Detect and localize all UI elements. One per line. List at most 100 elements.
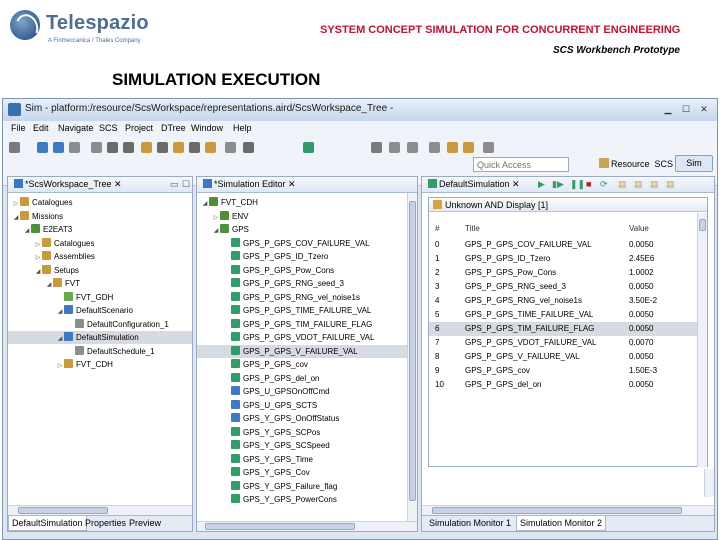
perspective-resource[interactable]: Resource — [611, 159, 650, 169]
toolbar-icon[interactable] — [53, 142, 64, 153]
toolbar-icon[interactable] — [91, 142, 102, 153]
tree-horizontal-scrollbar[interactable] — [8, 505, 192, 515]
editor-horizontal-scrollbar[interactable] — [197, 521, 417, 531]
table-row[interactable]: 9 GPS_P_GPS_cov 1.50E-3 — [429, 364, 697, 378]
tree-item[interactable]: ▷ Catalogues — [8, 196, 192, 209]
toolbar-icon[interactable] — [173, 142, 184, 153]
menu-file[interactable]: File — [11, 123, 26, 133]
scroll-thumb[interactable] — [432, 507, 682, 514]
tree-item[interactable]: ◢ GPS — [197, 223, 417, 236]
quick-access-input[interactable] — [473, 157, 569, 172]
tree-item[interactable]: GPS_P_GPS_VDOT_FAILURE_VAL — [197, 331, 417, 344]
monitor-vertical-scrollbar[interactable] — [704, 469, 714, 497]
tree-item[interactable]: ▷ FVT_CDH — [8, 358, 192, 371]
table-row[interactable]: 3 GPS_P_GPS_RNG_seed_3 0.0050 — [429, 280, 697, 294]
close-button[interactable]: ✕ — [697, 103, 711, 115]
tree-item[interactable]: GPS_Y_GPS_Time — [197, 453, 417, 466]
tree-item[interactable]: GPS_P_GPS_cov — [197, 358, 417, 371]
menu-dtree[interactable]: DTree — [161, 123, 186, 133]
table-display-icon[interactable]: ▤ — [666, 179, 675, 190]
tree-item[interactable]: ◢ E2EAT3 — [8, 223, 192, 236]
tab-simulation-editor[interactable]: *Simulation Editor ✕ — [203, 179, 296, 190]
toolbar-icon[interactable] — [107, 142, 118, 153]
bottom-tab[interactable]: Properties — [82, 518, 129, 528]
table-row[interactable]: 6 GPS_P_GPS_TIM_FAILURE_FLAG 0.0050 — [429, 322, 697, 336]
tree-item[interactable]: ◢ DefaultScenario — [8, 304, 192, 317]
toolbar-icon[interactable] — [225, 142, 236, 153]
toolbar-icon[interactable] — [37, 142, 48, 153]
tree-item[interactable]: ▷ Catalogues — [8, 237, 192, 250]
tree-item[interactable]: GPS_P_GPS_ID_Tzero — [197, 250, 417, 263]
tree-item[interactable]: GPS_Y_GPS_Cov — [197, 466, 417, 479]
toolbar-icon[interactable] — [157, 142, 168, 153]
scroll-thumb[interactable] — [205, 523, 355, 530]
scroll-thumb[interactable] — [409, 201, 416, 501]
stop-icon[interactable]: ■ — [586, 179, 591, 189]
menu-edit[interactable]: Edit — [33, 123, 49, 133]
tree-item[interactable]: DefaultConfiguration_1 — [8, 318, 192, 331]
table-row[interactable]: 7 GPS_P_GPS_VDOT_FAILURE_VAL 0.0070 — [429, 336, 697, 350]
scroll-thumb[interactable] — [699, 219, 706, 231]
monitor-horizontal-scrollbar[interactable] — [422, 505, 714, 515]
tree-item[interactable]: ◢ Missions — [8, 210, 192, 223]
menu-navigate[interactable]: Navigate — [58, 123, 94, 133]
tree-item[interactable]: FVT_GDH — [8, 291, 192, 304]
display-vertical-scrollbar[interactable] — [697, 213, 707, 467]
tab-workspace-tree[interactable]: *ScsWorkspace_Tree ✕ — [14, 179, 122, 190]
table-row[interactable]: 10 GPS_P_GPS_del_on 0.0050 — [429, 378, 697, 392]
step-icon[interactable]: ▮▶ — [552, 179, 564, 190]
perspective-scs[interactable]: SCS — [655, 159, 674, 169]
table-row[interactable]: 4 GPS_P_GPS_RNG_vel_noise1s 3.50E-2 — [429, 294, 697, 308]
table-row[interactable]: 0 GPS_P_GPS_COV_FAILURE_VAL 0.0050 — [429, 238, 697, 252]
tree-item[interactable]: GPS_U_GPS_SCTS — [197, 399, 417, 412]
column-header[interactable]: Value — [629, 222, 649, 236]
bottom-tab[interactable]: Simulation Monitor 1 — [426, 518, 514, 528]
tree-item[interactable]: GPS_P_GPS_COV_FAILURE_VAL — [197, 237, 417, 250]
pause-icon[interactable]: ❚❚ — [570, 179, 585, 190]
menu-scs[interactable]: SCS — [99, 123, 118, 133]
editor-vertical-scrollbar[interactable] — [407, 193, 417, 521]
maximize-button[interactable]: ☐ — [679, 103, 693, 115]
menu-help[interactable]: Help — [233, 123, 252, 133]
table-row[interactable]: 5 GPS_P_GPS_TIME_FAILURE_VAL 0.0050 — [429, 308, 697, 322]
column-header[interactable]: Title — [465, 222, 480, 236]
perspective-sim-button[interactable]: Sim — [675, 155, 713, 172]
toolbar-icon[interactable] — [141, 142, 152, 153]
plot-display-icon[interactable]: ▤ — [634, 179, 643, 190]
tree-item[interactable]: GPS_P_GPS_RNG_vel_noise1s — [197, 291, 417, 304]
tree-item[interactable]: GPS_P_GPS_TIME_FAILURE_VAL — [197, 304, 417, 317]
toolbar-icon[interactable] — [463, 142, 474, 153]
toolbar-icon[interactable] — [389, 142, 400, 153]
toolbar-icon[interactable] — [303, 142, 314, 153]
tree-item[interactable]: DefaultSchedule_1 — [8, 345, 192, 358]
menu-window[interactable]: Window — [191, 123, 223, 133]
bottom-tab[interactable]: DefaultSimulation — [8, 516, 87, 531]
column-header[interactable]: # — [435, 222, 439, 236]
tree-item[interactable]: GPS_Y_GPS_PowerCons — [197, 493, 417, 506]
toolbar-icon[interactable] — [205, 142, 216, 153]
bottom-tab[interactable]: Preview — [126, 518, 164, 528]
toolbar-icon[interactable] — [407, 142, 418, 153]
tree-item[interactable]: GPS_Y_GPS_Failure_flag — [197, 480, 417, 493]
chart-display-icon[interactable]: ▤ — [650, 179, 659, 190]
tree-item[interactable]: ▷ Assemblies — [8, 250, 192, 263]
toolbar-icon[interactable] — [447, 142, 458, 153]
toolbar-icon[interactable] — [371, 142, 382, 153]
menu-project[interactable]: Project — [125, 123, 153, 133]
toolbar-icon[interactable] — [243, 142, 254, 153]
toolbar-icon[interactable] — [123, 142, 134, 153]
tree-item[interactable]: GPS_P_GPS_TIM_FAILURE_FLAG — [197, 318, 417, 331]
tree-item[interactable]: GPS_Y_GPS_OnOffStatus — [197, 412, 417, 425]
toolbar-icon[interactable] — [69, 142, 80, 153]
table-row[interactable]: 1 GPS_P_GPS_ID_Tzero 2.45E6 — [429, 252, 697, 266]
tree-item[interactable]: GPS_P_GPS_del_on — [197, 372, 417, 385]
monitor-display-icon[interactable]: ▤ — [618, 179, 627, 190]
maximize-view-icon[interactable]: ☐ — [182, 179, 190, 190]
scroll-thumb[interactable] — [18, 507, 108, 514]
tree-item[interactable]: ◢ FVT — [8, 277, 192, 290]
tree-item[interactable]: GPS_P_GPS_V_FAILURE_VAL — [197, 344, 417, 358]
bottom-tab[interactable]: Simulation Monitor 2 — [516, 516, 607, 531]
toolbar-icon[interactable] — [9, 142, 20, 153]
toolbar-icon[interactable] — [189, 142, 200, 153]
toolbar-icon[interactable] — [483, 142, 494, 153]
